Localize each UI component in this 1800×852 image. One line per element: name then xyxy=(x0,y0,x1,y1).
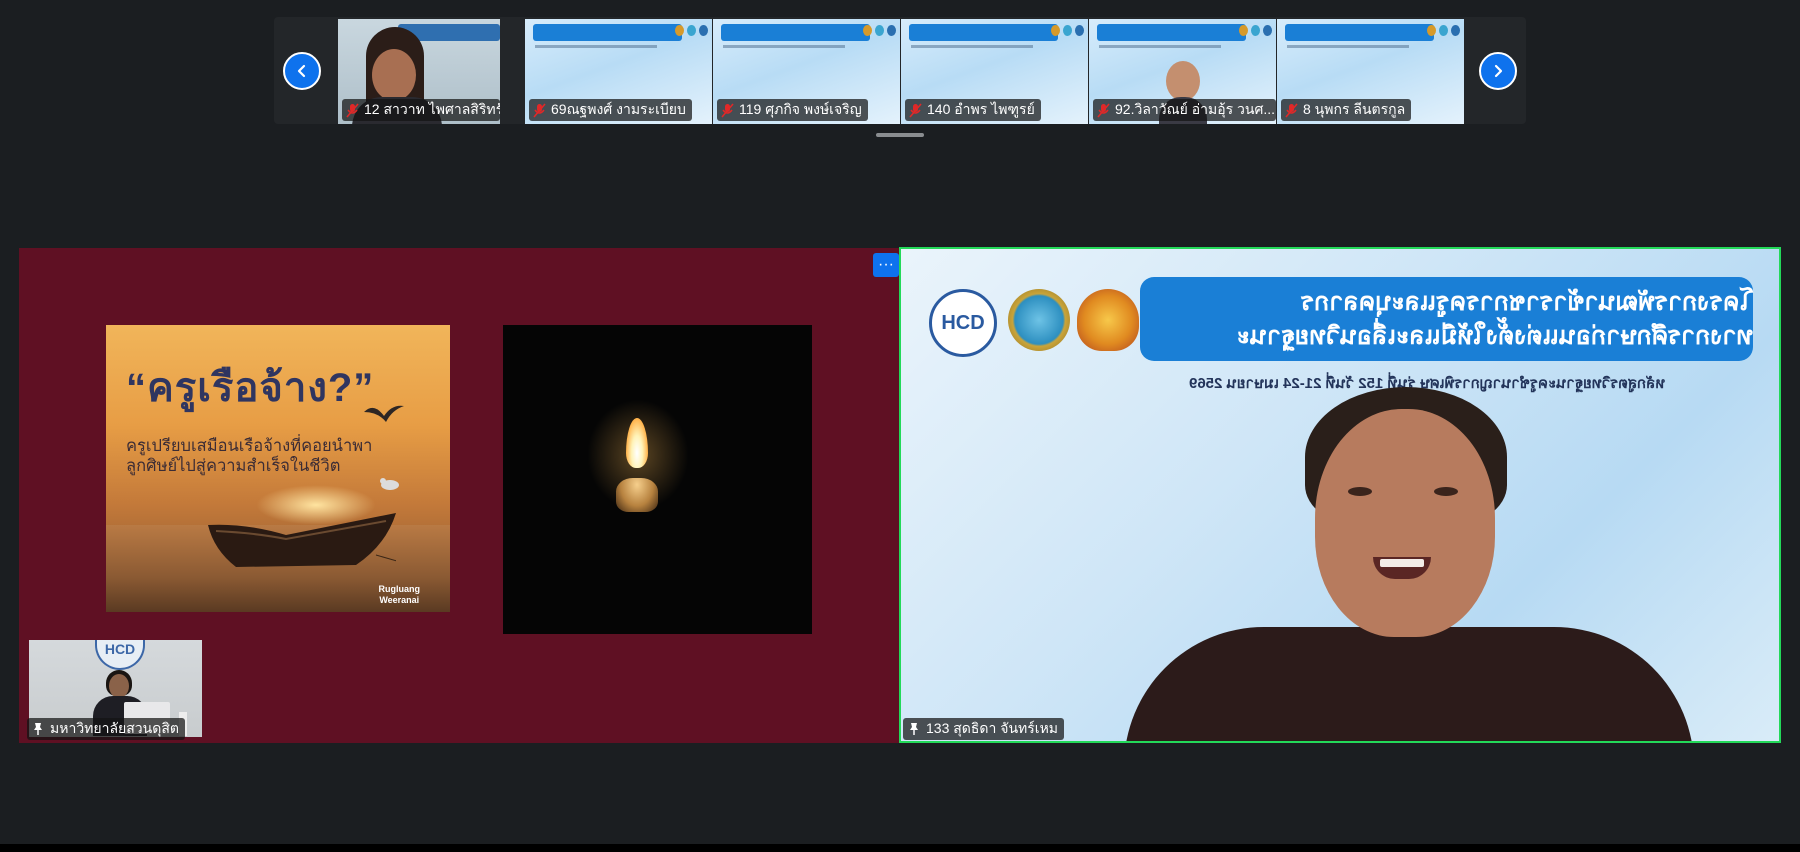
credit-line-2: Weeranai xyxy=(379,595,420,605)
tile-logos xyxy=(1239,25,1272,36)
tile-banner xyxy=(1285,24,1434,41)
participant-tile[interactable]: 92.วิลาวัณย์ อ่ามอุ้ร วนศ... xyxy=(1089,19,1276,124)
tile-banner xyxy=(721,24,870,41)
slide-title: “ครูเรือจ้าง?” xyxy=(126,366,375,410)
participant-name-label: 12 สาวาท ไพศาลสิริทรัพย์ xyxy=(342,99,500,121)
hcd-logo: HCD xyxy=(929,289,997,357)
tile-banner xyxy=(909,24,1058,41)
participant-tile[interactable]: 140 อำพร ไพฑูรย์ xyxy=(901,19,1088,124)
bottom-edge xyxy=(0,844,1800,852)
credit-line-1: Rugluang xyxy=(378,584,421,594)
filmstrip-next-button[interactable] xyxy=(1479,52,1517,90)
mic-muted-icon xyxy=(721,102,734,118)
candle xyxy=(616,478,658,512)
speaker-name-label: 133 สุดธิดา จันทร์เหม xyxy=(903,718,1065,740)
tile-logos xyxy=(675,25,708,36)
participant-name-label: 140 อำพร ไพฑูรย์ xyxy=(905,99,1041,121)
chevron-left-icon xyxy=(297,64,306,78)
mic-muted-icon xyxy=(1097,102,1110,118)
education-ministry-emblem-icon xyxy=(1077,289,1139,351)
hcd-logo: HCD xyxy=(95,640,145,670)
mic-muted-icon xyxy=(533,102,546,118)
host-name-label: มหาวิทยาลัยสวนดุสิต xyxy=(27,718,185,740)
participant-name-label: 8 นุพกร ลีนตรกูล xyxy=(1281,99,1412,121)
seagull-icon xyxy=(380,478,399,490)
participant-name: 119 ศุภกิจ พงษ์เจริญ xyxy=(739,101,862,117)
tile-subtitle-line xyxy=(723,45,845,48)
participant-name-label: 119 ศุภกิจ พงษ์เจริญ xyxy=(717,99,868,121)
participant-name: 8 นุพกร ลีนตรกูล xyxy=(1303,101,1406,117)
active-speaker-tile[interactable]: HCD โครงการพัฒนาข้าราชการครูและบุคลากร ท… xyxy=(899,247,1781,743)
mic-muted-icon xyxy=(1285,102,1298,118)
more-icon: ··· xyxy=(878,256,894,273)
participant-name: 140 อำพร ไพฑูรย์ xyxy=(927,101,1035,117)
filmstrip-resize-handle[interactable] xyxy=(876,133,924,137)
slide-body-text: ครูเปรียบเสมือนเรือจ้างที่คอยนำพา ลูกศิษ… xyxy=(126,437,373,475)
spotlight-pin-icon xyxy=(34,723,42,735)
participant-name-label: 69ณฐพงศ์ งามระเบียบ xyxy=(529,99,692,121)
tile-subtitle-line xyxy=(1287,45,1409,48)
slide-credit: Rugluang Weeranai xyxy=(379,584,421,606)
participant-tile[interactable]: 69ณฐพงศ์ งามระเบียบ xyxy=(525,19,712,124)
participant-name-label: 92.วิลาวัณย์ อ่ามอุ้ร วนศ... xyxy=(1093,99,1276,121)
tile-subtitle-line xyxy=(535,45,657,48)
participant-name: 69ณฐพงศ์ งามระเบียบ xyxy=(551,101,686,117)
boat-icon xyxy=(208,513,396,567)
speaker-video xyxy=(1124,387,1694,741)
filmstrip-prev-button[interactable] xyxy=(283,52,321,90)
more-options-button[interactable]: ··· xyxy=(873,253,899,277)
participant-tile[interactable]: 12 สาวาท ไพศาลสิริทรัพย์ xyxy=(338,19,500,124)
speaker-name: 133 สุดธิดา จันทร์เหม xyxy=(926,720,1059,736)
spotlight-pin-icon xyxy=(910,723,918,735)
host-name: มหาวิทยาลัยสวนดุสิต xyxy=(50,720,179,736)
participant-tile[interactable]: 119 ศุภกิจ พงษ์เจริญ xyxy=(713,19,900,124)
participant-face xyxy=(372,49,416,101)
participant-name: 92.วิลาวัณย์ อ่ามอุ้ร วนศ... xyxy=(1115,101,1276,117)
tile-logos xyxy=(1427,25,1460,36)
tile-banner xyxy=(1097,24,1246,41)
project-banner: โครงการพัฒนาข้าราชการครูและบุคลากร ทางกา… xyxy=(1140,277,1753,361)
university-logo-icon xyxy=(1008,289,1070,351)
participant-name: 12 สาวาท ไพศาลสิริทรัพย์ xyxy=(364,101,500,117)
tile-logos xyxy=(1051,25,1084,36)
hcd-logo-text: HCD xyxy=(941,311,985,334)
banner-line-2: ทางการศึกษาก่อนแต่งตั้งให้มีและเลื่อนวิท… xyxy=(1236,322,1753,350)
slide-image-boat: “ครูเรือจ้าง?” ครูเปรียบเสมือนเรือจ้างที… xyxy=(106,325,450,612)
tile-banner xyxy=(533,24,682,41)
mic-muted-icon xyxy=(909,102,922,118)
slide-image-candle xyxy=(503,325,812,634)
banner-line-1: โครงการพัฒนาข้าราชการครูและบุคลากร xyxy=(1300,288,1753,316)
chevron-right-icon xyxy=(1494,64,1503,78)
tile-logos xyxy=(863,25,896,36)
tile-subtitle-line xyxy=(1099,45,1221,48)
participant-tile[interactable]: 8 นุพกร ลีนตรกูล xyxy=(1277,19,1464,124)
mic-muted-icon xyxy=(346,102,359,118)
tile-subtitle-line xyxy=(911,45,1033,48)
